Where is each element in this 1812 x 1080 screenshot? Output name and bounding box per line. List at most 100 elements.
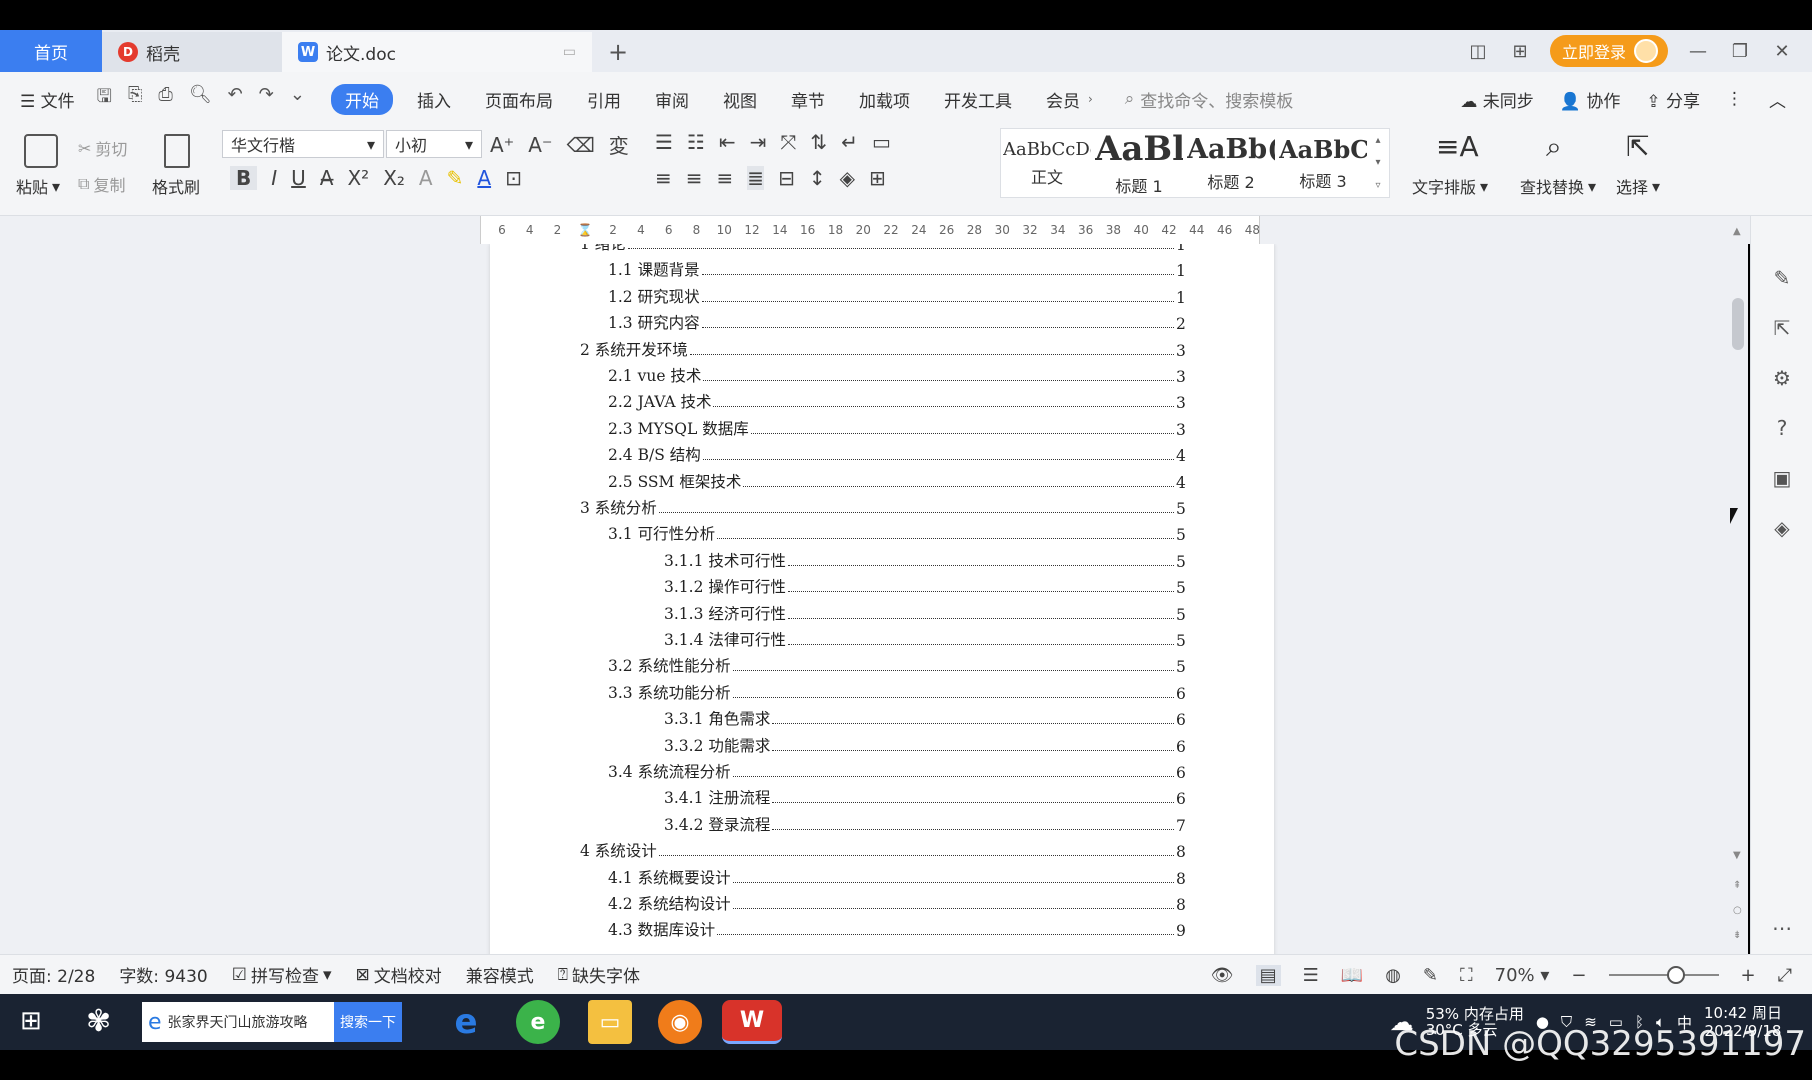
- write-mode-icon[interactable]: ✎: [1423, 965, 1438, 986]
- reading-mode-icon[interactable]: ◫: [1466, 41, 1490, 62]
- toc-entry[interactable]: 3.4 系统流程分析 6: [608, 760, 1186, 782]
- tab-view[interactable]: 视图: [723, 87, 757, 112]
- paste-icon[interactable]: [24, 134, 58, 168]
- subscript-icon[interactable]: X₂: [383, 166, 405, 190]
- reading-view-icon[interactable]: 📖: [1341, 965, 1363, 986]
- toc-entry[interactable]: 2.3 MYSQL 数据库 3: [608, 417, 1186, 439]
- page-view-icon[interactable]: ▤: [1255, 964, 1281, 986]
- superscript-icon[interactable]: X²: [347, 166, 369, 190]
- style-heading-1[interactable]: AaBl 标题 1: [1093, 129, 1185, 197]
- underline-icon[interactable]: U: [291, 166, 306, 190]
- proofread-button[interactable]: ⊠ 文档校对: [356, 962, 442, 988]
- toc-entry[interactable]: 3.2 系统性能分析 5: [608, 654, 1186, 676]
- outline-view-icon[interactable]: ☰: [1303, 965, 1319, 986]
- phonetic-icon[interactable]: 変: [609, 130, 629, 159]
- scrollbar-thumb[interactable]: [1732, 298, 1744, 350]
- redo-icon[interactable]: ↷: [259, 84, 274, 114]
- zoom-level-select[interactable]: 70% ▾: [1495, 965, 1550, 986]
- new-tab-button[interactable]: +: [592, 32, 644, 72]
- toc-entry[interactable]: 3.1.3 经济可行性 5: [664, 602, 1186, 624]
- justify-icon[interactable]: ≣: [747, 166, 765, 190]
- print-preview-icon[interactable]: 🔍︎: [189, 84, 212, 114]
- pen-icon[interactable]: ✎: [1769, 266, 1795, 292]
- toc-entry[interactable]: 3.1.2 操作可行性 5: [664, 575, 1186, 597]
- font-color-icon[interactable]: A: [477, 166, 491, 190]
- word-count[interactable]: 字数: 9430: [119, 962, 207, 987]
- zoom-slider-knob[interactable]: [1666, 966, 1685, 984]
- more-options-icon[interactable]: ⋯: [1769, 916, 1795, 942]
- windows-start-icon[interactable]: ⊞: [20, 1006, 42, 1036]
- collapse-ribbon-icon[interactable]: ︿: [1769, 87, 1786, 112]
- chinese-layout-icon[interactable]: ⤧: [780, 130, 796, 154]
- highlight-icon[interactable]: ✎: [447, 166, 464, 190]
- document-canvas[interactable]: 1 绪论 1 1.1 课题背景 1 1.2 研究现状 1 1.3 研究内容 2 2 系统开发环境…: [0, 244, 1730, 954]
- grid-apps-icon[interactable]: ⊞: [1508, 41, 1532, 62]
- italic-icon[interactable]: I: [271, 166, 277, 190]
- toc-entry[interactable]: 4.3 数据库设计 9: [608, 918, 1186, 940]
- paste-button[interactable]: 粘贴 ▾: [16, 174, 60, 198]
- toc-entry[interactable]: 3.1.1 技术可行性 5: [664, 549, 1186, 571]
- command-search[interactable]: ⌕ 查找命令、搜索模板: [1125, 87, 1294, 112]
- vertical-scrollbar[interactable]: ▲ ▼ ⇞ ○ ⇟: [1728, 220, 1748, 954]
- web-view-icon[interactable]: ◍: [1385, 965, 1401, 986]
- toc-entry[interactable]: 3.1.4 法律可行性 5: [664, 628, 1186, 650]
- indent-marker-icon[interactable]: ⌛: [571, 223, 599, 237]
- compass-icon[interactable]: ◈: [1769, 516, 1795, 542]
- text-layout-button[interactable]: 文字排版 ▾: [1412, 174, 1488, 198]
- toc-entry[interactable]: 2.4 B/S 结构 4: [608, 443, 1186, 465]
- file-menu[interactable]: ☰ 文件: [20, 87, 75, 112]
- toc-entry[interactable]: 3.3 系统功能分析 6: [608, 681, 1186, 703]
- next-page-icon[interactable]: ⇟: [1733, 930, 1741, 941]
- scroll-down-icon[interactable]: ▼: [1733, 850, 1741, 861]
- tab-developer[interactable]: 开发工具: [944, 87, 1012, 112]
- format-painter-button[interactable]: 格式刷: [152, 174, 200, 198]
- cut-button[interactable]: ✂ 剪切: [78, 136, 127, 160]
- sync-status[interactable]: ☁ 未同步: [1460, 87, 1533, 112]
- media-app-icon[interactable]: ◉: [658, 1000, 702, 1044]
- restore-icon[interactable]: ❐: [1728, 41, 1752, 62]
- undo-icon[interactable]: ↶: [228, 84, 243, 114]
- toc-entry[interactable]: 1.3 研究内容 2: [608, 311, 1186, 333]
- collab-button[interactable]: 👤 协作: [1560, 87, 1621, 112]
- align-right-icon[interactable]: ≡: [717, 166, 734, 190]
- decrease-font-icon[interactable]: A⁻: [528, 133, 552, 157]
- decrease-indent-icon[interactable]: ⇤: [719, 130, 736, 154]
- clear-format-icon[interactable]: ⌫: [567, 133, 595, 157]
- toc-entry[interactable]: 3.4.2 登录流程 7: [664, 813, 1186, 835]
- font-name-select[interactable]: 华文行楷 ▾: [222, 130, 384, 158]
- toc-entry[interactable]: 3.4.1 注册流程 6: [664, 786, 1186, 808]
- toc-entry[interactable]: 2.2 JAVA 技术 3: [608, 390, 1186, 412]
- show-marks-icon[interactable]: ↵: [841, 130, 858, 154]
- toc-entry[interactable]: 1.1 课题背景 1: [608, 258, 1186, 280]
- zoom-in-icon[interactable]: +: [1741, 965, 1756, 986]
- find-replace-button[interactable]: 查找替换 ▾: [1520, 174, 1596, 198]
- share-button[interactable]: ⇪ 分享: [1646, 87, 1700, 112]
- zoom-slider[interactable]: [1608, 966, 1719, 984]
- sort-icon[interactable]: ⇅: [810, 130, 827, 154]
- text-layout-icon[interactable]: ≡A: [1436, 130, 1479, 163]
- tab-pin-icon[interactable]: ▭: [563, 44, 576, 60]
- text-effect-icon[interactable]: A: [419, 166, 433, 190]
- customize-chevron-icon[interactable]: ⌄: [290, 84, 305, 114]
- green-browser-icon[interactable]: e: [516, 1000, 560, 1044]
- toc-entry[interactable]: 4.2 系统结构设计 8: [608, 892, 1186, 914]
- page-indicator[interactable]: 页面: 2/28: [12, 962, 95, 987]
- style-normal[interactable]: AaBbCcDd 正文: [1001, 129, 1093, 197]
- close-icon[interactable]: ✕: [1770, 41, 1794, 62]
- settings-sliders-icon[interactable]: ⚙: [1769, 366, 1795, 392]
- toc-entry[interactable]: 1.2 研究现状 1: [608, 285, 1186, 307]
- horizontal-ruler[interactable]: 6 4 2 ⌛ 2 4 6 8 10 12 14 16 18 20 22 24 …: [0, 216, 1812, 244]
- ie-browser-icon[interactable]: e: [444, 1000, 488, 1044]
- table-ruler-icon[interactable]: ▭: [872, 130, 891, 154]
- toc-entry[interactable]: 3.3.2 功能需求 6: [664, 734, 1186, 756]
- file-explorer-icon[interactable]: ▭: [588, 1000, 632, 1044]
- toc-entry[interactable]: 2.5 SSM 框架技术 4: [608, 470, 1186, 492]
- select-cursor-icon[interactable]: ⇱: [1626, 130, 1649, 163]
- distributed-icon[interactable]: ⊟: [778, 166, 795, 190]
- format-painter-icon[interactable]: [164, 134, 190, 168]
- eye-protection-icon[interactable]: 👁: [1211, 965, 1234, 986]
- tab-daoke[interactable]: D 稻壳: [102, 32, 282, 72]
- export-icon[interactable]: ⎘: [128, 84, 142, 114]
- find-replace-icon[interactable]: ⌕: [1546, 130, 1562, 164]
- select-button[interactable]: 选择 ▾: [1616, 174, 1660, 198]
